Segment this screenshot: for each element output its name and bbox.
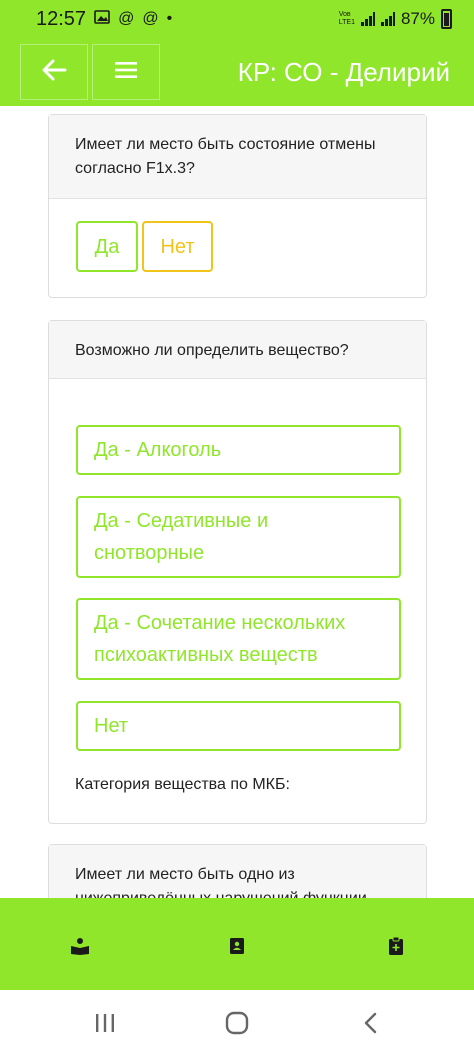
disorder-question: Имеет ли место быть одно из нижеприведён… [49, 845, 426, 898]
reader-icon[interactable] [68, 936, 92, 956]
recents-icon[interactable] [90, 1008, 120, 1038]
back-icon[interactable] [356, 1008, 386, 1038]
hamburger-menu-icon [114, 60, 138, 85]
status-left: 12:57 @ @ • [36, 8, 172, 31]
system-nav [0, 990, 474, 1053]
signal-icon [360, 12, 375, 26]
withdrawal-card: Имеет ли место быть состояние отмены сог… [48, 114, 427, 298]
dot-icon: • [166, 10, 173, 27]
category-label: Категория вещества по МКБ: [75, 776, 290, 793]
main-content: Имеет ли место быть состояние отмены сог… [0, 106, 474, 898]
image-icon [94, 9, 110, 29]
substance-option-no[interactable]: Нет [76, 701, 401, 751]
battery-icon [441, 9, 452, 29]
home-icon[interactable] [222, 1008, 252, 1038]
app-bar: КР: СО - Делирий [0, 38, 474, 106]
status-time: 12:57 [36, 7, 87, 30]
withdrawal-question: Имеет ли место быть состояние отмены сог… [49, 115, 426, 199]
page-title: КР: СО - Делирий [237, 56, 450, 87]
disorder-card: Имеет ли место быть одно из нижеприведён… [48, 844, 427, 898]
status-bar: 12:57 @ @ • Voʙ LTE1 87% [0, 0, 474, 38]
network-label: Voʙ LTE1 [339, 11, 355, 27]
at-icon: @ [142, 10, 159, 27]
book-icon[interactable] [225, 936, 249, 956]
yes-button[interactable]: Да [76, 221, 138, 272]
at-icon: @ [118, 10, 135, 27]
network-bottom: LTE1 [338, 19, 355, 26]
substance-card: Возможно ли определить вещество? Да - Ал… [48, 320, 427, 824]
substance-option-multiple[interactable]: Да - Сочетание нескольких психоактивных … [76, 598, 401, 680]
bottom-nav [0, 898, 474, 990]
battery-percent: 87% [400, 9, 435, 28]
arrow-left-icon [41, 59, 67, 86]
signal-icon [380, 12, 395, 26]
substance-question: Возможно ли определить вещество? [49, 321, 426, 379]
clipboard-icon[interactable] [384, 936, 408, 956]
back-button[interactable] [20, 44, 88, 100]
substance-option-sedatives[interactable]: Да - Седативные и снотворные [76, 496, 401, 578]
substance-option-alcohol[interactable]: Да - Алкоголь [76, 425, 401, 475]
menu-button[interactable] [92, 44, 160, 100]
network-top: Voʙ [338, 11, 351, 18]
status-right: Voʙ LTE1 87% [339, 9, 452, 29]
no-button[interactable]: Нет [142, 221, 213, 272]
